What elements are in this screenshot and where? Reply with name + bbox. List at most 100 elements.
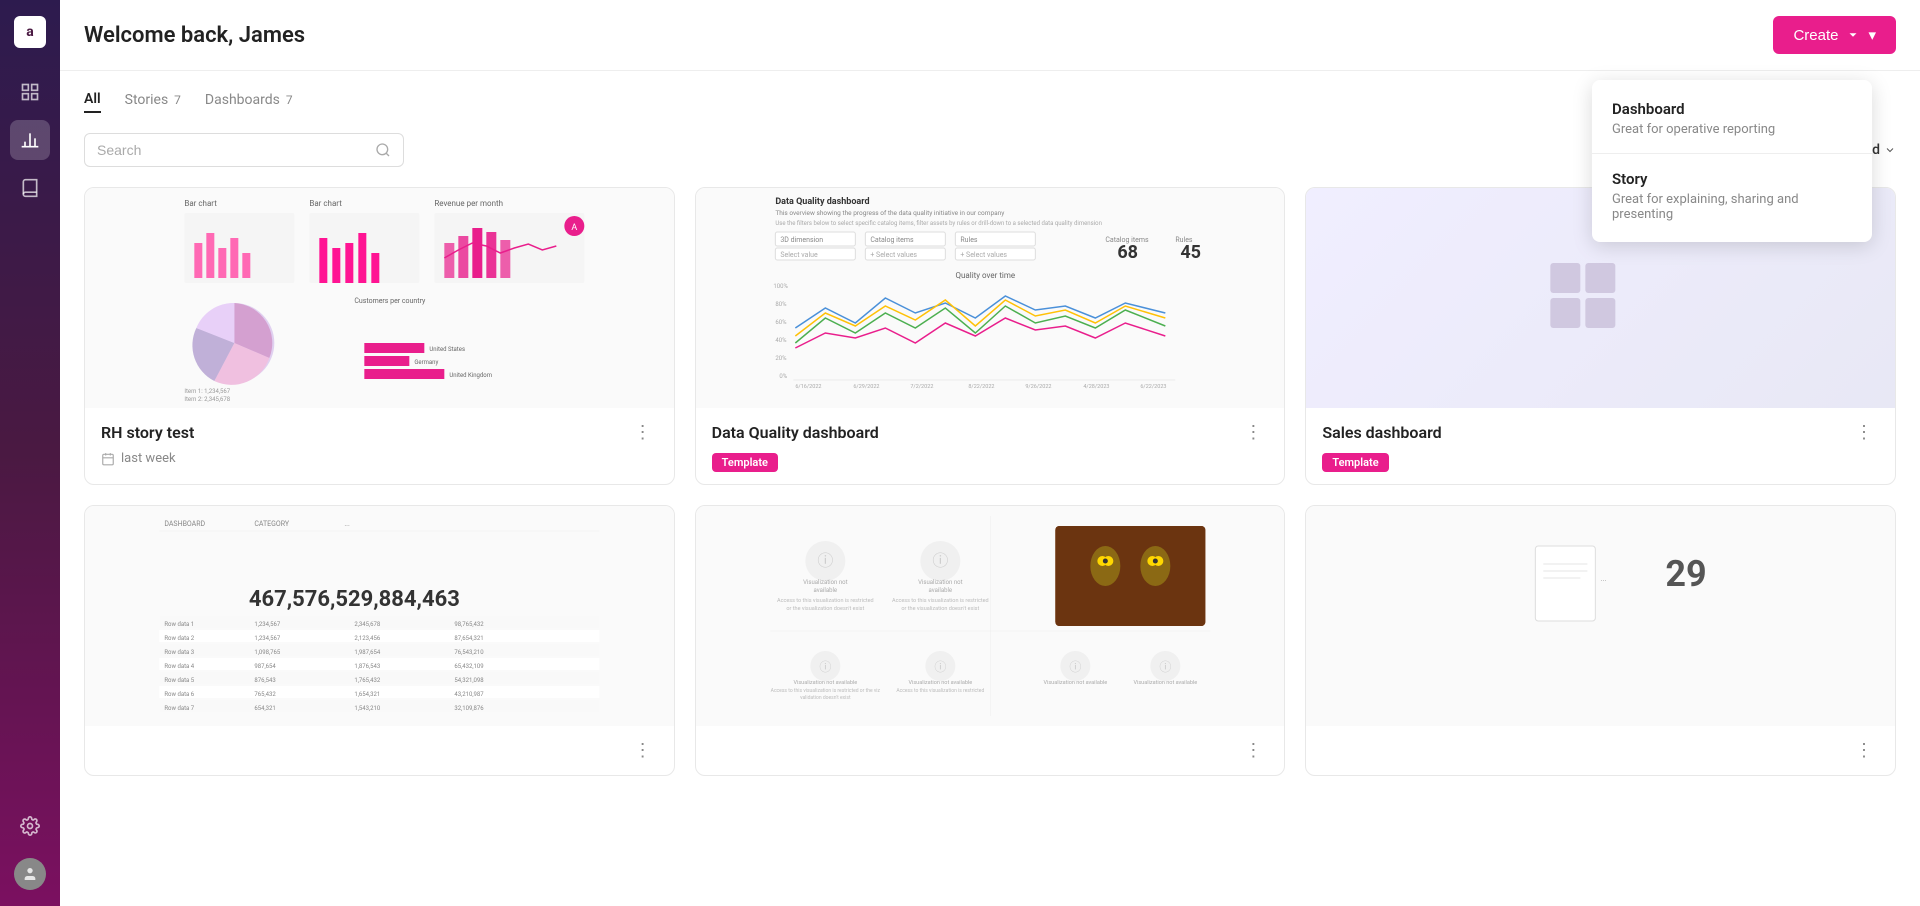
sidebar: a	[0, 0, 60, 906]
svg-text:Catalog items: Catalog items	[870, 236, 914, 244]
svg-text:Row data 7: Row data 7	[164, 705, 194, 712]
svg-text:Row data 1: Row data 1	[164, 621, 194, 628]
sidebar-nav	[10, 72, 50, 806]
svg-text:6/22/2023: 6/22/2023	[1140, 384, 1166, 390]
svg-text:2,345,678: 2,345,678	[354, 621, 381, 628]
dropdown-divider	[1592, 153, 1872, 154]
svg-text:ⓘ: ⓘ	[932, 551, 948, 570]
svg-text:United States: United States	[429, 346, 465, 353]
dropdown-item-dashboard[interactable]: Dashboard Great for operative reporting	[1592, 88, 1872, 149]
svg-text:or the visualization doesn't e: or the visualization doesn't exist	[786, 606, 864, 612]
svg-text:Item 1: 1,234,567: Item 1: 1,234,567	[184, 388, 230, 395]
search-input[interactable]	[97, 142, 375, 158]
page-title: Welcome back, James	[84, 23, 305, 48]
svg-text:Row data 5: Row data 5	[164, 677, 194, 684]
card-bottom-1[interactable]: DASHBOARD CATEGORY ... 467,576,529,884,4…	[84, 505, 675, 776]
card-more-button-rh[interactable]: ⋮	[628, 420, 658, 445]
svg-text:2,123,456: 2,123,456	[354, 635, 381, 642]
svg-text:6/29/2022: 6/29/2022	[853, 384, 879, 390]
user-avatar[interactable]	[14, 858, 46, 890]
svg-text:ⓘ: ⓘ	[1159, 660, 1171, 674]
card-data-quality[interactable]: Data Quality dashboard This overview sho…	[695, 187, 1286, 485]
svg-text:DASHBOARD: DASHBOARD	[164, 520, 205, 528]
svg-text:1,765,432: 1,765,432	[354, 677, 381, 684]
svg-text:Access to this visualization i: Access to this visualization is restrict…	[777, 598, 874, 604]
svg-text:1,098,765: 1,098,765	[254, 649, 281, 656]
svg-text:100%: 100%	[773, 283, 788, 290]
svg-text:80%: 80%	[775, 301, 787, 308]
sort-chevron-icon	[1884, 144, 1896, 156]
svg-text:+ Select values: + Select values	[870, 251, 917, 259]
svg-text:Access to this visualization i: Access to this visualization is restrict…	[770, 688, 880, 694]
card-title-sales: Sales dashboard	[1322, 423, 1441, 442]
card-more-button-bottom-1[interactable]: ⋮	[628, 738, 658, 763]
card-bottom-3[interactable]: ... 29 ⋮	[1305, 505, 1896, 776]
card-bottom-2[interactable]: ⓘ Visualization not available Access to …	[695, 505, 1286, 776]
search-box[interactable]	[84, 133, 404, 167]
svg-text:4/28/2023: 4/28/2023	[1083, 384, 1109, 390]
svg-text:...: ...	[344, 520, 350, 528]
cards-grid: Bar chart Bar chart	[84, 187, 1896, 776]
svg-text:Row data 4: Row data 4	[164, 663, 194, 670]
card-preview-bottom-3: ... 29	[1306, 506, 1895, 726]
card-footer-sales: Sales dashboard ⋮ Template	[1306, 408, 1895, 484]
svg-text:Quality over time: Quality over time	[955, 271, 1015, 280]
svg-text:ⓘ: ⓘ	[1069, 660, 1081, 674]
svg-text:1,876,543: 1,876,543	[354, 663, 380, 670]
sidebar-item-book[interactable]	[10, 168, 50, 208]
svg-text:+ Select values: + Select values	[960, 251, 1007, 259]
card-rh-story[interactable]: Bar chart Bar chart	[84, 187, 675, 485]
sidebar-item-chart[interactable]	[10, 120, 50, 160]
svg-text:or the visualization doesn't e: or the visualization doesn't exist	[901, 606, 979, 612]
dropdown-item-story[interactable]: Story Great for explaining, sharing and …	[1592, 158, 1872, 234]
card-title-rh: RH story test	[101, 423, 194, 442]
chevron-down-icon	[1846, 28, 1860, 42]
tab-all[interactable]: All	[84, 91, 101, 113]
svg-text:A: A	[571, 223, 577, 233]
svg-text:...: ...	[1601, 574, 1607, 583]
dropdown-dashboard-title: Dashboard	[1612, 100, 1852, 118]
svg-text:United Kingdom: United Kingdom	[449, 372, 492, 379]
svg-text:1,543,210: 1,543,210	[354, 705, 381, 712]
card-title-dq: Data Quality dashboard	[712, 423, 879, 442]
dropdown-dashboard-desc: Great for operative reporting	[1612, 122, 1852, 137]
svg-text:CATEGORY: CATEGORY	[254, 520, 290, 528]
card-preview-bottom-2: ⓘ Visualization not available Access to …	[696, 506, 1285, 726]
svg-text:Bar chart: Bar chart	[184, 199, 217, 208]
header: Welcome back, James Create ▾ Dashboard G…	[60, 0, 1920, 71]
card-preview-dq: Data Quality dashboard This overview sho…	[696, 188, 1285, 408]
create-button[interactable]: Create ▾	[1773, 16, 1896, 54]
card-more-button-sales[interactable]: ⋮	[1849, 420, 1879, 445]
app-logo[interactable]: a	[14, 16, 46, 48]
svg-text:validation doesn't exist: validation doesn't exist	[800, 695, 851, 701]
card-more-button-bottom-3[interactable]: ⋮	[1849, 738, 1879, 763]
tab-stories[interactable]: Stories 7	[125, 92, 181, 112]
dropdown-story-desc: Great for explaining, sharing and presen…	[1612, 192, 1852, 222]
svg-text:Bar chart: Bar chart	[309, 199, 342, 208]
svg-text:Germany: Germany	[414, 359, 438, 366]
card-more-button-dq[interactable]: ⋮	[1238, 420, 1268, 445]
svg-text:54,321,098: 54,321,098	[454, 677, 484, 684]
card-title-row-rh: RH story test ⋮	[101, 420, 658, 445]
svg-text:1,987,654: 1,987,654	[354, 649, 381, 656]
svg-text:Row data 2: Row data 2	[164, 635, 194, 642]
svg-text:65,432,109: 65,432,109	[454, 663, 483, 670]
card-preview-rh: Bar chart Bar chart	[85, 188, 674, 408]
svg-text:Visualization not available: Visualization not available	[1043, 680, 1107, 686]
svg-text:40%: 40%	[775, 337, 787, 344]
svg-text:6/16/2022: 6/16/2022	[795, 384, 821, 390]
card-more-button-bottom-2[interactable]: ⋮	[1238, 738, 1268, 763]
svg-text:ⓘ: ⓘ	[934, 660, 946, 674]
card-footer-bottom-1: ⋮	[85, 726, 674, 775]
settings-icon[interactable]	[10, 806, 50, 846]
card-footer-bottom-3: ⋮	[1306, 726, 1895, 775]
svg-text:available: available	[928, 587, 952, 594]
sidebar-item-home[interactable]	[10, 72, 50, 112]
card-footer-dq: Data Quality dashboard ⋮ Template	[696, 408, 1285, 484]
main-content: Welcome back, James Create ▾ Dashboard G…	[60, 0, 1920, 906]
svg-text:45: 45	[1180, 242, 1201, 263]
card-badge-sales: Template	[1322, 451, 1879, 472]
svg-text:29: 29	[1666, 553, 1707, 595]
svg-text:9/26/2022: 9/26/2022	[1025, 384, 1051, 390]
tab-dashboards[interactable]: Dashboards 7	[205, 92, 293, 112]
